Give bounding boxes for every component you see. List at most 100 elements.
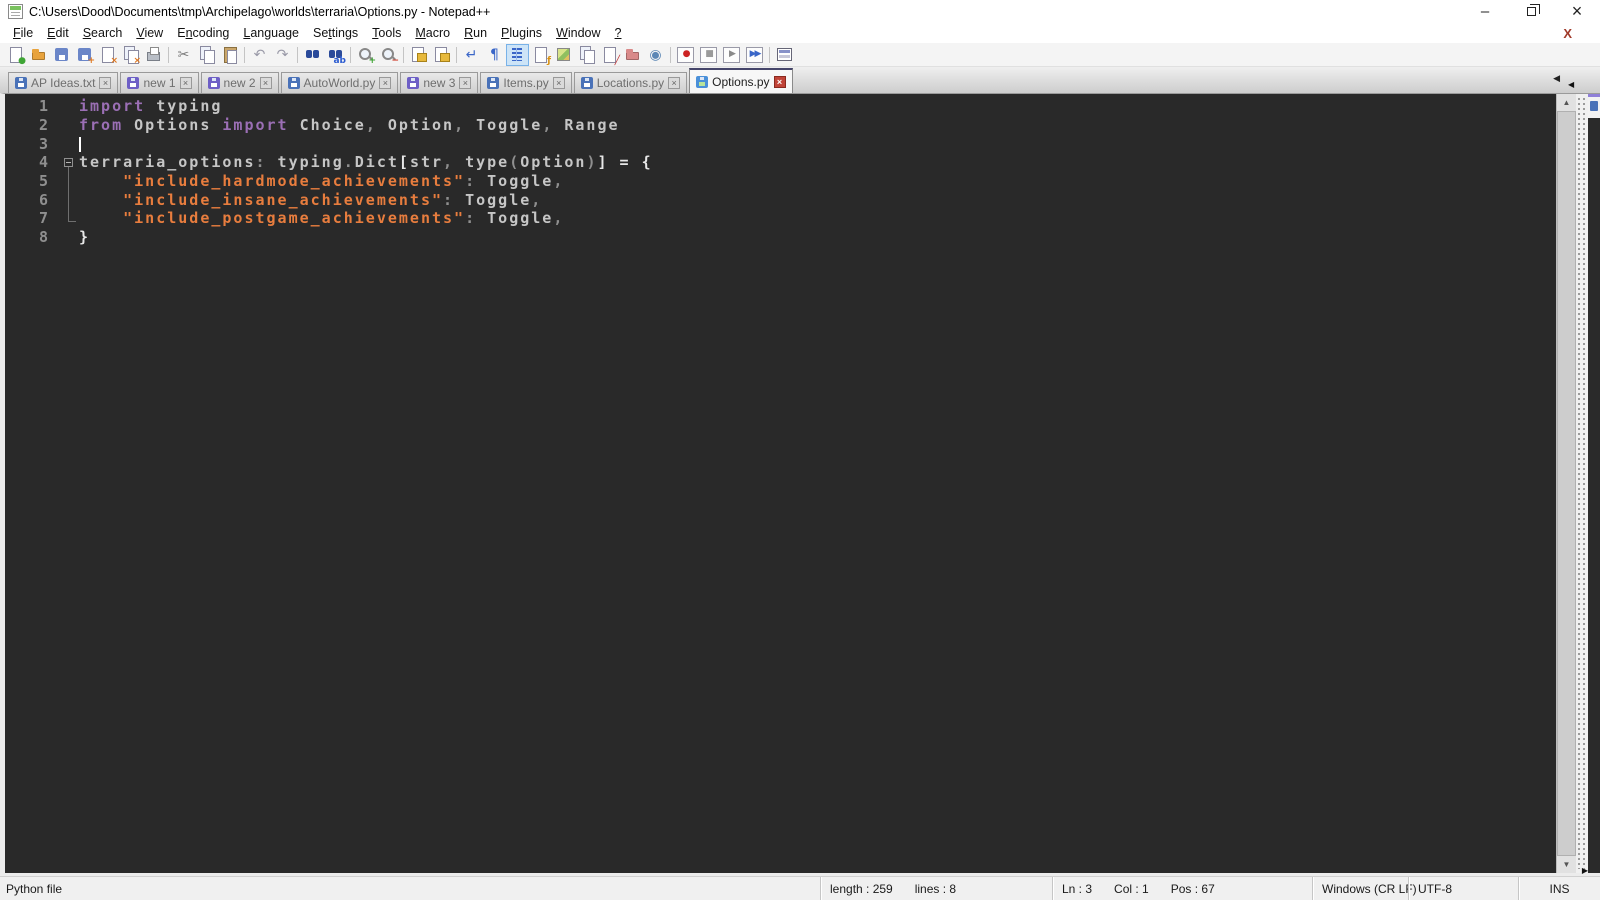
tab-close-icon[interactable]: ×: [179, 77, 192, 89]
save-recorded-macro-icon[interactable]: [773, 44, 796, 66]
tab-label: Items.py: [503, 76, 549, 90]
document-map-icon[interactable]: [552, 44, 575, 66]
tab-scroll-left-icon[interactable]: ◀: [1553, 73, 1560, 84]
tab-close-icon[interactable]: ×: [259, 77, 272, 89]
sync-scroll-vertical-icon[interactable]: [407, 44, 430, 66]
tab-new-2[interactable]: new 2 ×: [200, 72, 279, 93]
sync-scroll-horizontal-icon[interactable]: [430, 44, 453, 66]
open-file-icon[interactable]: [27, 44, 50, 66]
status-insert-mode[interactable]: INS: [1518, 877, 1600, 900]
scrollbar-thumb[interactable]: [1557, 111, 1576, 856]
menu-file[interactable]: File: [6, 24, 40, 42]
close-button[interactable]: ×: [1554, 0, 1600, 23]
macro-stop-icon[interactable]: ■: [697, 44, 720, 66]
undo-icon[interactable]: ↶: [248, 44, 271, 66]
toolbar-separator: [769, 46, 770, 63]
menu-view[interactable]: View: [129, 24, 170, 42]
scroll-down-icon[interactable]: ▼: [1557, 856, 1576, 873]
word-wrap-icon[interactable]: ↵: [460, 44, 483, 66]
notepad-plus-plus-icon: [8, 4, 23, 19]
menu-language[interactable]: Language: [236, 24, 306, 42]
splitter-collapse-left-icon[interactable]: ◀: [1568, 80, 1574, 89]
minimize-button[interactable]: –: [1462, 0, 1508, 23]
menu-tools[interactable]: Tools: [365, 24, 408, 42]
tab-label: Locations.py: [596, 76, 665, 90]
tab-locations-py[interactable]: Locations.py ×: [573, 72, 688, 93]
print-icon[interactable]: [142, 44, 165, 66]
tab-options-py[interactable]: Options.py ×: [689, 68, 793, 93]
save-all-icon[interactable]: +: [73, 44, 96, 66]
tab-new-3[interactable]: new 3 ×: [400, 72, 479, 93]
folder-as-workspace-icon[interactable]: ╱: [598, 44, 621, 66]
view-splitter[interactable]: ◀ ▶: [1568, 80, 1588, 875]
menu-settings[interactable]: Settings: [306, 24, 365, 42]
replace-icon[interactable]: ab: [324, 44, 347, 66]
code-line-8[interactable]: 8}: [5, 228, 1556, 247]
menu-macro[interactable]: Macro: [408, 24, 457, 42]
redo-icon[interactable]: ↷: [271, 44, 294, 66]
fold-collapse-icon[interactable]: [61, 153, 79, 172]
tab-close-icon[interactable]: ×: [668, 77, 681, 89]
code-text: "include_postgame_achievements": Toggle,: [123, 209, 565, 228]
secondary-view-editor[interactable]: [1588, 118, 1600, 873]
menu-plugins[interactable]: Plugins: [494, 24, 549, 42]
code-line-6[interactable]: 6 "include_insane_achievements": Toggle,: [5, 190, 1556, 209]
project-panel-icon[interactable]: [621, 44, 644, 66]
paste-icon[interactable]: [218, 44, 241, 66]
show-all-characters-icon[interactable]: ¶: [483, 44, 506, 66]
monitoring-icon[interactable]: ◉: [644, 44, 667, 66]
tab-close-icon[interactable]: ×: [773, 75, 786, 88]
menu-edit[interactable]: Edit: [40, 24, 76, 42]
macro-play-icon[interactable]: ▶: [720, 44, 743, 66]
code-line-7[interactable]: 7 "include_postgame_achievements": Toggl…: [5, 209, 1556, 228]
tab-label: AP Ideas.txt: [31, 76, 96, 90]
menu-run[interactable]: Run: [457, 24, 494, 42]
tab-close-icon[interactable]: ×: [552, 77, 565, 89]
function-list-icon[interactable]: ƒ: [529, 44, 552, 66]
copy-icon[interactable]: [195, 44, 218, 66]
code-line-5[interactable]: 5 "include_hardmode_achievements": Toggl…: [5, 171, 1556, 191]
zoom-out-icon[interactable]: −: [377, 44, 400, 66]
menu-bar: File Edit Search View Encoding Language Settin…: [0, 23, 1600, 43]
document-close-icon[interactable]: X: [1563, 26, 1572, 41]
menu-encoding[interactable]: Encoding: [170, 24, 236, 42]
scroll-up-icon[interactable]: ▲: [1557, 94, 1576, 111]
title-bar: C:\Users\Dood\Documents\tmp\Archipelago\…: [0, 0, 1600, 23]
tab-new-1[interactable]: new 1 ×: [120, 72, 199, 93]
code-line-4[interactable]: 4 terraria_options: typing.Dict[str, type…: [5, 153, 1556, 172]
tab-close-icon[interactable]: ×: [379, 77, 392, 89]
fold-guide: [61, 171, 79, 191]
status-encoding[interactable]: UTF-8: [1408, 877, 1518, 900]
vertical-scrollbar[interactable]: ▲ ▼: [1556, 94, 1576, 873]
show-indent-guide-icon[interactable]: [506, 43, 529, 66]
macro-record-icon[interactable]: ●: [674, 44, 697, 66]
tab-close-icon[interactable]: ×: [99, 77, 112, 89]
toolbar-separator: [670, 46, 671, 63]
fold-guide: [61, 97, 79, 116]
code-line-3[interactable]: 3: [5, 134, 1556, 153]
close-icon[interactable]: ×: [96, 44, 119, 66]
code-line-2[interactable]: 2 from Options import Choice, Option, Tog…: [5, 116, 1556, 135]
code-editor[interactable]: 1 import typing 2 from Options import Choic…: [5, 94, 1556, 873]
save-icon[interactable]: [50, 44, 73, 66]
tab-close-icon[interactable]: ×: [459, 77, 472, 89]
new-file-icon[interactable]: ●: [4, 44, 27, 66]
find-icon[interactable]: [301, 44, 324, 66]
menu-help[interactable]: ?: [608, 24, 629, 42]
splitter-expand-right-icon[interactable]: ▶: [1582, 866, 1588, 875]
tab-ap-ideas-txt[interactable]: AP Ideas.txt ×: [8, 72, 119, 93]
cut-icon[interactable]: ✂: [172, 44, 195, 66]
zoom-in-icon[interactable]: +: [354, 44, 377, 66]
close-all-icon[interactable]: ×: [119, 44, 142, 66]
line-number: 4: [38, 153, 48, 172]
secondary-view-tab[interactable]: [1588, 94, 1600, 118]
status-eol-format[interactable]: Windows (CR LF): [1312, 877, 1417, 900]
code-line-1[interactable]: 1 import typing: [5, 97, 1556, 116]
document-list-icon[interactable]: [575, 44, 598, 66]
tab-autoworld-py[interactable]: AutoWorld.py ×: [280, 72, 399, 93]
menu-window[interactable]: Window: [549, 24, 607, 42]
menu-search[interactable]: Search: [76, 24, 130, 42]
restore-button[interactable]: [1508, 0, 1554, 23]
tab-items-py[interactable]: Items.py ×: [480, 72, 572, 93]
macro-run-multiple-icon[interactable]: ▶▶: [743, 44, 766, 66]
